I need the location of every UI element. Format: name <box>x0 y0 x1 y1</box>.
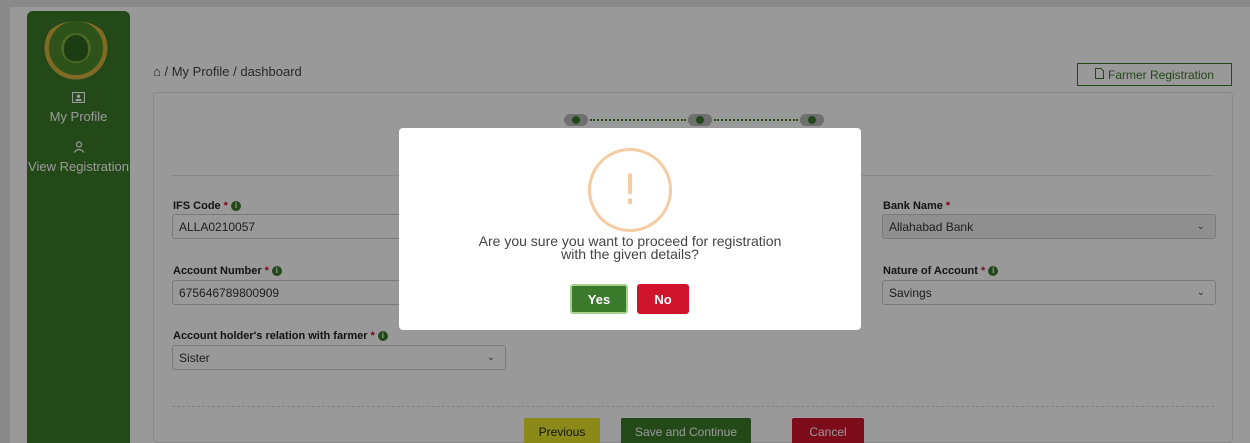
yes-button[interactable]: Yes <box>570 284 628 314</box>
warning-icon: ! <box>588 148 672 232</box>
dialog-message: Are you sure you want to proceed for reg… <box>478 233 782 262</box>
no-button[interactable]: No <box>637 284 689 314</box>
confirmation-dialog: ! Are you sure you want to proceed for r… <box>399 128 861 330</box>
